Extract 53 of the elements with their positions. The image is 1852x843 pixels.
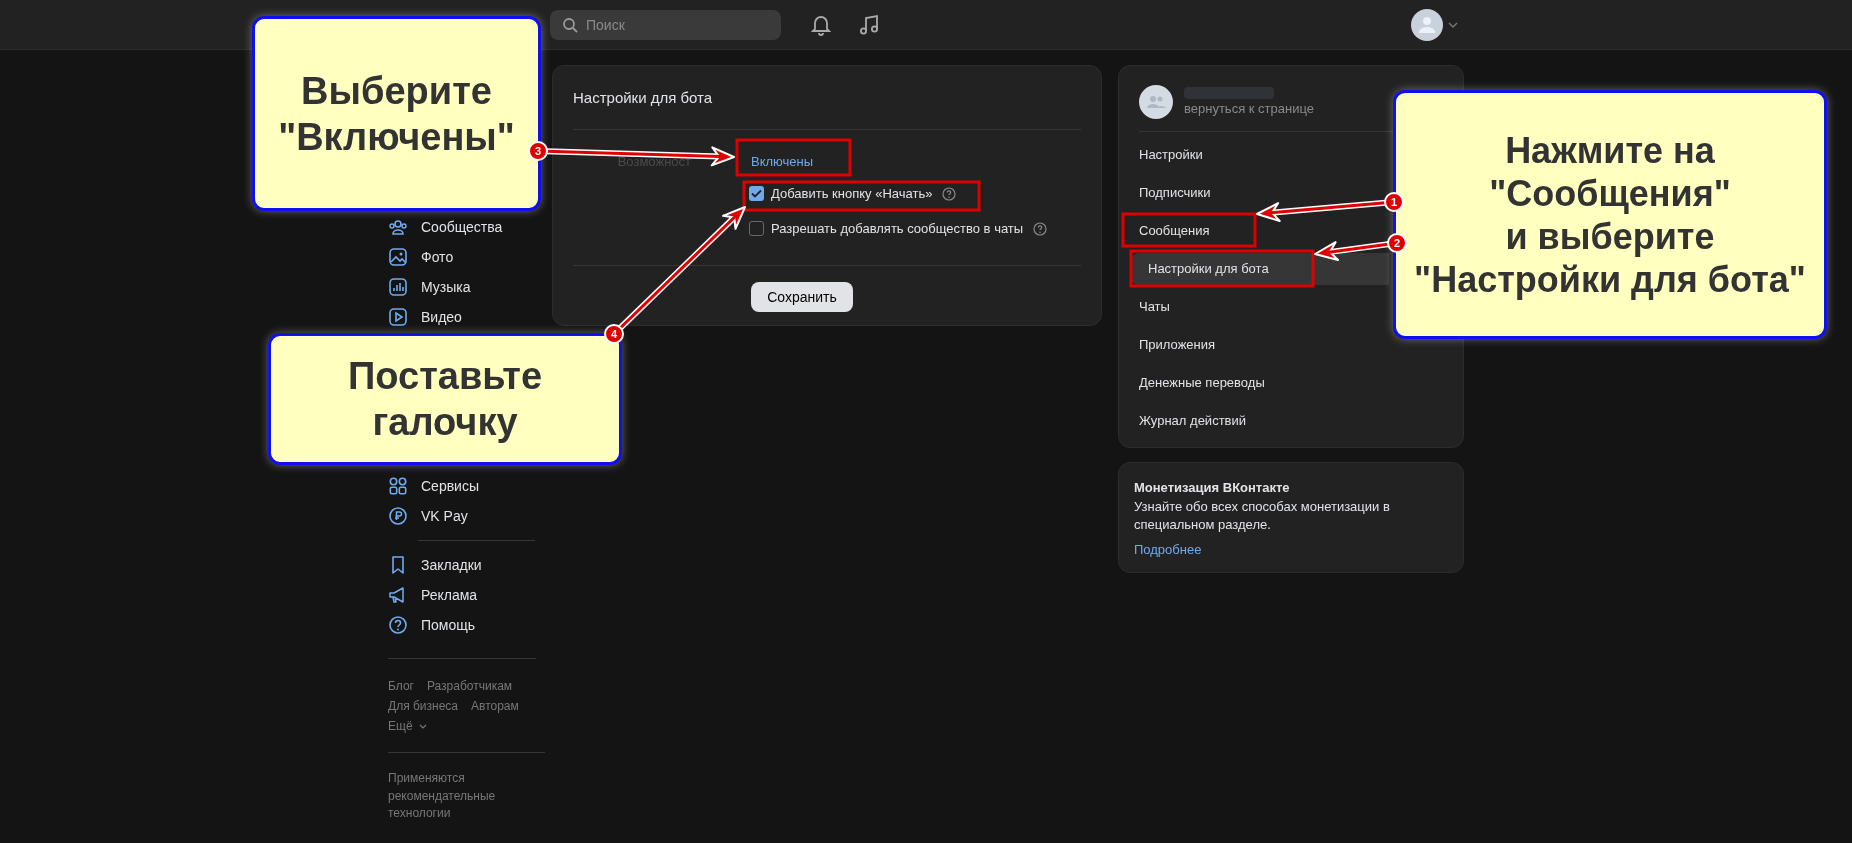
more-link[interactable]: Ещё [388, 716, 427, 736]
nav-item[interactable]: Фото [385, 242, 454, 272]
music-icon [388, 277, 408, 297]
menu-item[interactable]: Журнал действий [1131, 405, 1321, 437]
footer-link[interactable]: Авторам [471, 696, 519, 716]
checkbox[interactable] [749, 221, 764, 236]
promo-title: Монетизация ВКонтакте [1134, 479, 1290, 497]
music-icon[interactable] [859, 13, 879, 36]
footer-link[interactable]: Для бизнеса [388, 696, 458, 716]
step-badge: 4 [604, 324, 624, 344]
help-icon[interactable] [1033, 221, 1048, 236]
step-badge: 3 [528, 141, 548, 161]
nav-item[interactable]: Помощь [385, 610, 476, 640]
status-link[interactable]: Включены [751, 153, 814, 171]
people-icon [388, 217, 408, 237]
search-field[interactable]: Поиск [550, 9, 781, 40]
nav-item[interactable]: VK Pay [385, 501, 468, 531]
nav-item[interactable]: Сервисы [385, 471, 479, 501]
nav-item[interactable]: Реклама [385, 580, 478, 610]
nav-item[interactable]: Закладки [385, 550, 482, 580]
footer-link[interactable]: Разработчикам [426, 676, 513, 696]
search-icon [562, 16, 578, 33]
more-link[interactable]: Подробнее [1134, 541, 1202, 559]
card-title: Настройки для бота [573, 88, 713, 108]
checkbox-label: Добавить кнопку «Начать» [771, 184, 933, 203]
grid-icon [388, 476, 408, 496]
back-link[interactable]: вернуться к странице [1184, 99, 1314, 118]
menu-item[interactable]: Приложения [1131, 329, 1321, 361]
photo-icon [388, 247, 408, 267]
footer-note: Применяются рекомендательные технологии [388, 770, 497, 822]
help-icon[interactable] [942, 186, 957, 201]
checkbox-label: Разрешать добавлять сообщество в чаты [771, 219, 1024, 238]
nav-item[interactable]: Сообщества [385, 212, 503, 242]
nav-item[interactable]: Музыка [385, 272, 471, 302]
bell-icon[interactable] [811, 13, 831, 36]
menu-item[interactable]: Чаты [1131, 291, 1321, 323]
video-icon [388, 307, 408, 327]
promo-text: Узнайте обо всех способах монетизации в специальном разделе. [1134, 498, 1391, 534]
menu-item[interactable]: Подписчики [1131, 177, 1321, 209]
menu-item[interactable]: Настройки для бота [1131, 253, 1389, 285]
menu-item[interactable]: Денежные переводы [1131, 367, 1321, 399]
nav-item[interactable]: Видео [385, 302, 462, 332]
coin-icon [388, 506, 408, 526]
help-icon [388, 615, 408, 635]
checkbox[interactable] [749, 186, 764, 201]
chevron-down-icon[interactable] [1448, 21, 1458, 28]
save-button[interactable]: Сохранить [751, 282, 853, 312]
menu-item[interactable]: Настройки [1131, 139, 1321, 171]
footer-link[interactable]: Блог [388, 676, 414, 696]
avatar-icon[interactable] [1411, 8, 1443, 41]
community-avatar-icon [1139, 85, 1173, 119]
chevron-down-icon [418, 723, 427, 729]
menu-item[interactable]: Сообщения [1131, 215, 1321, 247]
